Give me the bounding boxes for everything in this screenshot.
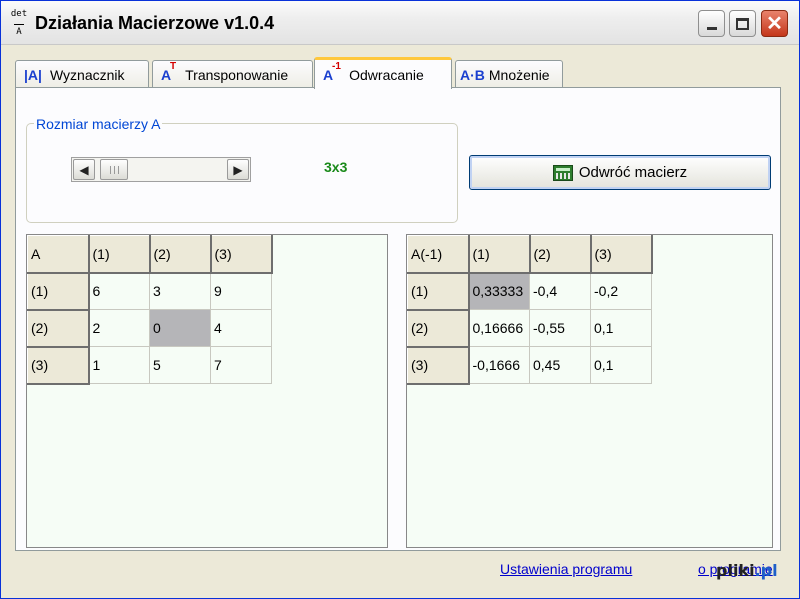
matrix-cell[interactable]: 0,16666 xyxy=(468,309,530,347)
title-bar[interactable]: det A Działania Macierzowe v1.0.4 ✕ xyxy=(1,1,799,45)
tab-label: Mnożenie xyxy=(488,66,550,83)
matrix-cell[interactable]: 6 xyxy=(88,272,150,310)
app-icon-bottom: A xyxy=(16,27,22,37)
maximize-button[interactable] xyxy=(729,10,756,37)
matrix-cell[interactable]: 3 xyxy=(149,272,211,310)
row-header[interactable]: (2) xyxy=(27,309,90,348)
column-header[interactable]: (3) xyxy=(210,235,273,274)
grid-corner: A xyxy=(27,235,90,274)
settings-link[interactable]: Ustawienia programu xyxy=(500,561,632,577)
scroll-right-arrow-icon[interactable]: ▶ xyxy=(227,159,249,180)
matrix-cell[interactable]: 0,1 xyxy=(590,309,652,347)
scroll-left-arrow-icon[interactable]: ◀ xyxy=(73,159,95,180)
matrix-cell[interactable]: 2 xyxy=(88,309,150,347)
invert-matrix-label: Odwróć macierz xyxy=(578,164,688,181)
close-icon: ✕ xyxy=(766,12,783,35)
size-scrollbar[interactable]: ◀ ▶ xyxy=(71,157,251,182)
matrix-cell[interactable]: 5 xyxy=(149,346,211,384)
matrix-cell[interactable]: 4 xyxy=(210,309,272,347)
column-header[interactable]: (2) xyxy=(529,235,592,274)
grid-corner: A(-1) xyxy=(407,235,470,274)
minimize-icon xyxy=(706,27,717,30)
tab-determinant[interactable]: |A| Wyznacznik xyxy=(15,60,149,88)
tab-label: Odwracanie xyxy=(349,66,424,83)
matrix-cell[interactable]: -0,4 xyxy=(529,272,591,310)
matrix-cell[interactable]: 0,45 xyxy=(529,346,591,384)
minimize-button[interactable] xyxy=(698,10,725,37)
inverse-matrix-grid: A(-1) (1) (2) (3) (1) 0,33333 -0,4 -0,2 … xyxy=(406,234,773,548)
tab-inverse[interactable]: A -1 Odwracanie xyxy=(314,57,452,89)
matrix-cell[interactable]: 9 xyxy=(210,272,272,310)
matrix-cell-selected[interactable]: 0,33333 xyxy=(468,272,530,310)
inverse-icon: A -1 xyxy=(323,60,341,83)
column-header[interactable]: (1) xyxy=(88,235,151,274)
maximize-icon xyxy=(736,17,749,30)
matrix-a-grid: A (1) (2) (3) (1) 6 3 9 (2) 2 0 4 (3) 1 … xyxy=(26,234,388,548)
app-icon-top: det xyxy=(10,9,28,19)
row-header[interactable]: (1) xyxy=(27,272,90,311)
row-header[interactable]: (3) xyxy=(27,346,90,385)
matrix-cell[interactable]: 7 xyxy=(210,346,272,384)
row-header[interactable]: (1) xyxy=(407,272,470,311)
tab-transpose[interactable]: AT Transponowanie xyxy=(152,60,313,88)
matrix-cell[interactable]: 0,1 xyxy=(590,346,652,384)
tab-panel-inverse: Rozmiar macierzy A ◀ ▶ 3x3 Odwróć macier… xyxy=(15,87,781,551)
size-group-label: Rozmiar macierzy A xyxy=(34,116,163,132)
multiply-icon: A·B xyxy=(460,66,485,83)
column-header[interactable]: (2) xyxy=(149,235,212,274)
row-header[interactable]: (2) xyxy=(407,309,470,348)
app-window: det A Działania Macierzowe v1.0.4 ✕ |A| … xyxy=(0,0,800,599)
matrix-cell[interactable]: -0,1666 xyxy=(468,346,530,384)
calculator-icon xyxy=(552,164,573,181)
transpose-icon: AT xyxy=(161,60,177,83)
invert-matrix-button[interactable]: Odwróć macierz xyxy=(469,155,771,190)
matrix-cell-selected[interactable]: 0 xyxy=(149,309,211,347)
determinant-icon: |A| xyxy=(24,66,42,83)
column-header[interactable]: (3) xyxy=(590,235,653,274)
matrix-size-value: 3x3 xyxy=(324,159,348,175)
matrix-cell[interactable]: -0,55 xyxy=(529,309,591,347)
tab-label: Wyznacznik xyxy=(49,66,125,83)
watermark-logo: pliki.pl xyxy=(716,561,778,580)
tab-multiply[interactable]: A·B Mnożenie xyxy=(455,60,563,88)
scroll-thumb[interactable] xyxy=(100,159,128,180)
column-header[interactable]: (1) xyxy=(468,235,531,274)
tab-label: Transponowanie xyxy=(185,66,289,83)
app-icon: det A xyxy=(9,9,29,37)
matrix-cell[interactable]: 1 xyxy=(88,346,150,384)
matrix-cell[interactable]: -0,2 xyxy=(590,272,652,310)
window-title: Działania Macierzowe v1.0.4 xyxy=(35,13,275,33)
close-button[interactable]: ✕ xyxy=(761,10,788,37)
row-header[interactable]: (3) xyxy=(407,346,470,385)
